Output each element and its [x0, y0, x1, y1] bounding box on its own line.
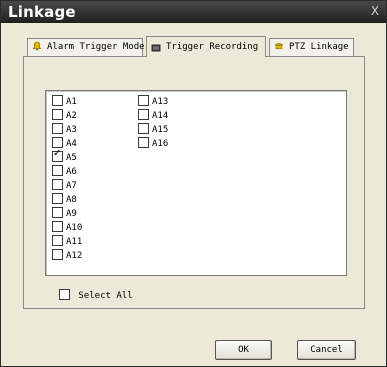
alarm-input-a1[interactable]: A1	[52, 95, 77, 109]
alarm-input-list[interactable]: A1 A2 A3 A4 ✓ A5 A6 A7 A8 A9 A10 A11 A12 …	[45, 90, 347, 276]
bell-icon	[32, 41, 42, 51]
alarm-input-a7[interactable]: A7	[52, 179, 77, 193]
alarm-input-a8[interactable]: A8	[52, 193, 77, 207]
checkbox[interactable]	[52, 249, 63, 260]
tab-trigger-recording[interactable]: Trigger Recording	[146, 36, 266, 57]
alarm-input-a3[interactable]: A3	[52, 123, 77, 137]
alarm-input-a2[interactable]: A2	[52, 109, 77, 123]
checkbox[interactable]	[52, 193, 63, 204]
alarm-input-a11[interactable]: A11	[52, 235, 82, 249]
ptz-camera-icon	[274, 41, 284, 51]
select-all-label: Select All	[78, 291, 133, 301]
alarm-input-a14[interactable]: A14	[138, 109, 168, 123]
alarm-input-a13[interactable]: A13	[138, 95, 168, 109]
checkbox[interactable]	[52, 123, 63, 134]
select-all-checkbox[interactable]: Select All	[59, 289, 133, 303]
alarm-input-a5[interactable]: ✓ A5	[52, 148, 77, 165]
checkbox[interactable]	[52, 165, 63, 176]
linkage-dialog: Linkage X Alarm Trigger Mode Trigger Rec…	[0, 0, 387, 367]
alarm-input-a6[interactable]: A6	[52, 165, 77, 179]
close-button[interactable]: X	[368, 5, 382, 18]
tab-label: Trigger Recording	[166, 42, 259, 52]
checkbox[interactable]	[52, 221, 63, 232]
checkbox[interactable]	[52, 137, 63, 148]
alarm-input-a16[interactable]: A16	[138, 137, 168, 151]
checkbox[interactable]	[52, 109, 63, 120]
tab-label: PTZ Linkage	[289, 42, 349, 52]
cancel-button[interactable]: Cancel	[297, 340, 356, 360]
checkbox[interactable]	[59, 289, 70, 300]
window-title: Linkage	[8, 3, 76, 21]
checkbox[interactable]	[138, 137, 149, 148]
recording-icon	[151, 41, 161, 51]
check-mark-icon: ✓	[53, 148, 62, 159]
tab-alarm-trigger-mode[interactable]: Alarm Trigger Mode	[27, 38, 145, 56]
checkbox[interactable]: ✓	[52, 148, 63, 162]
tab-ptz-linkage[interactable]: PTZ Linkage	[269, 38, 354, 56]
checkbox[interactable]	[138, 123, 149, 134]
alarm-input-a10[interactable]: A10	[52, 221, 82, 235]
tab-label: Alarm Trigger Mode	[47, 42, 145, 52]
alarm-input-a9[interactable]: A9	[52, 207, 77, 221]
alarm-input-a15[interactable]: A15	[138, 123, 168, 137]
checkbox[interactable]	[52, 95, 63, 106]
checkbox[interactable]	[52, 179, 63, 190]
alarm-input-a12[interactable]: A12	[52, 249, 82, 263]
ok-button[interactable]: OK	[215, 340, 272, 360]
title-bar[interactable]: Linkage X	[1, 1, 386, 23]
checkbox[interactable]	[52, 207, 63, 218]
checkbox[interactable]	[138, 109, 149, 120]
checkbox[interactable]	[52, 235, 63, 246]
checkbox[interactable]	[138, 95, 149, 106]
